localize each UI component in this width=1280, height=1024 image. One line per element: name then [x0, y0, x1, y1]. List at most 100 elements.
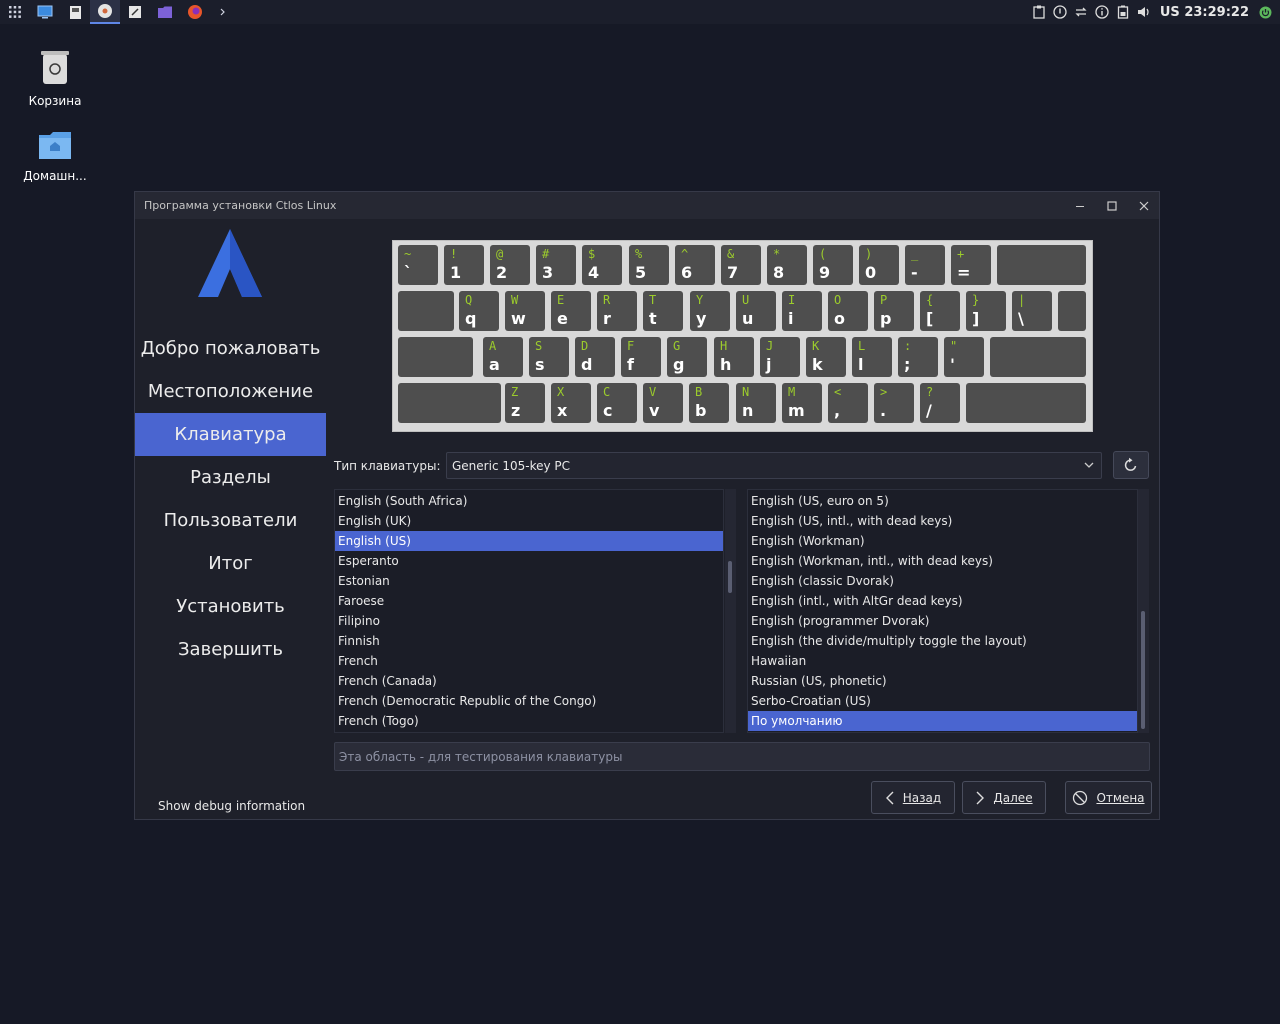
key-label: \ [1018, 309, 1024, 328]
key-1-12: | \ [1012, 291, 1052, 331]
window-title: Программа установки Ctlos Linux [144, 199, 337, 212]
list-item[interactable]: English (US, intl., with dead keys) [748, 511, 1137, 531]
list-item[interactable]: English (South Africa) [335, 491, 723, 511]
keyboard-model-select[interactable]: Generic 105-key PC [446, 452, 1102, 479]
list-item[interactable]: Estonian [335, 571, 723, 591]
file-manager-icon[interactable] [60, 0, 90, 24]
key-1-6: Uu [736, 291, 776, 331]
list-item[interactable]: English (US) [335, 531, 723, 551]
desktop-icon[interactable] [30, 0, 60, 24]
window-titlebar[interactable]: Программа установки Ctlos Linux [135, 192, 1159, 219]
back-button[interactable]: Назад [871, 781, 955, 814]
list-item[interactable]: English (programmer Dvorak) [748, 611, 1137, 631]
list-item[interactable]: English (Workman) [748, 531, 1137, 551]
key-shift-label: C [603, 385, 611, 399]
list-item[interactable]: French (Canada) [335, 671, 723, 691]
key-shift-label: U [742, 293, 750, 307]
list-item[interactable]: Hawaiian [748, 651, 1137, 671]
desktop-trash[interactable]: Корзина [5, 48, 105, 108]
key-3-2: Cc [597, 383, 637, 423]
top-panel: US 23:29:22 [0, 0, 1280, 24]
list-item[interactable]: Serbo-Croatian (US) [748, 691, 1137, 711]
home-folder-icon [39, 132, 71, 159]
list-item[interactable]: French (Togo) [335, 711, 723, 731]
layout-list[interactable]: English (South Africa) English (UK) Englis… [334, 489, 724, 733]
list-item[interactable]: Esperanto [335, 551, 723, 571]
apps-grid-icon[interactable] [0, 0, 30, 24]
list-item[interactable]: French [335, 651, 723, 671]
key-1-0: Qq [459, 291, 499, 331]
key-shift-label: F [627, 339, 635, 353]
folder-icon[interactable] [150, 0, 180, 24]
installer-window: Программа установки Ctlos Linux Добро по… [134, 191, 1160, 820]
key-shift-label: Q [465, 293, 473, 307]
list-item[interactable]: По умолчанию [748, 711, 1137, 731]
key-label: g [673, 355, 685, 374]
key-label: n [742, 401, 754, 420]
key-label: 1 [450, 263, 462, 282]
close-button[interactable] [1128, 192, 1160, 219]
back-label: Назад [902, 790, 942, 805]
key-shift-label: } [972, 293, 980, 307]
list-item[interactable]: Russian (US, phonetic) [748, 671, 1137, 691]
layout-list-scroll-thumb[interactable] [728, 561, 732, 593]
list-item[interactable]: English (intl., with AltGr dead keys) [748, 591, 1137, 611]
minimize-button[interactable] [1064, 192, 1096, 219]
key-blank [398, 291, 454, 331]
key-shift-label: % [635, 247, 643, 261]
show-debug-button[interactable]: Show debug information [158, 799, 305, 813]
key-shift-label: O [834, 293, 842, 307]
list-item[interactable]: English (UK) [335, 511, 723, 531]
layout-indicator[interactable]: US [1160, 5, 1180, 20]
key-1-9: Pp [874, 291, 914, 331]
next-button[interactable]: Далее [962, 781, 1046, 814]
key-0-3: #3 [536, 245, 576, 285]
variant-list-scroll-thumb[interactable] [1141, 611, 1145, 729]
key-3-5: Nn [736, 383, 776, 423]
update-icon[interactable] [1051, 3, 1069, 21]
installer-icon[interactable] [90, 0, 120, 24]
text-editor-icon[interactable] [120, 0, 150, 24]
battery-icon[interactable] [1114, 3, 1132, 21]
keyboard-test-field[interactable]: Эта область - для тестирования клавиатур… [334, 742, 1150, 771]
layout-list-scrollbar[interactable] [725, 489, 736, 733]
key-label: 2 [496, 263, 508, 282]
list-item[interactable]: Faroese [335, 591, 723, 611]
key-1-3: Rr [597, 291, 637, 331]
variant-list[interactable]: English (US, euro on 5) English (US, intl… [747, 489, 1138, 733]
list-item[interactable]: English (Workman, intl., with dead keys) [748, 551, 1137, 571]
terminal-icon[interactable] [210, 0, 240, 24]
key-label: l [858, 355, 864, 374]
cancel-button[interactable]: Отмена [1065, 781, 1152, 814]
variant-list-scrollbar[interactable] [1138, 489, 1149, 733]
key-3-0: Zz [505, 383, 545, 423]
maximize-button[interactable] [1096, 192, 1128, 219]
keyboard-preview: ~ `! 1 @2 #3 $4% 5 ^ 6 & 7 * 8(9) 0 _ - + = Qq Ww Ee Rr Tt Yy Uu… [392, 240, 1093, 432]
list-item[interactable]: Finnish [335, 631, 723, 651]
volume-icon[interactable] [1135, 3, 1153, 21]
key-label: ] [972, 309, 980, 328]
list-item[interactable]: English (the divide/multiply toggle the … [748, 631, 1137, 651]
nav-install: Установить [135, 585, 326, 628]
clipboard-icon[interactable] [1030, 3, 1048, 21]
nav-install-label: Установить [176, 596, 285, 617]
key-0-8: * 8 [767, 245, 807, 285]
network-icon[interactable] [1072, 3, 1090, 21]
ctlos-logo [198, 229, 262, 297]
home-label: Домашн... [23, 169, 87, 183]
list-item[interactable]: Filipino [335, 611, 723, 631]
clock[interactable]: US 23:29:22 [1160, 5, 1249, 20]
list-item[interactable]: French (Democratic Republic of the Congo… [335, 691, 723, 711]
reset-model-button[interactable] [1113, 451, 1149, 479]
power-icon[interactable] [1256, 3, 1274, 21]
list-item[interactable]: English (classic Dvorak) [748, 571, 1137, 591]
key-0-0: ~ ` [398, 245, 438, 285]
firefox-icon[interactable] [180, 0, 210, 24]
desktop-home[interactable]: Домашн... [5, 129, 105, 183]
key-shift-label: < [834, 385, 842, 399]
key-3-4: Bb [689, 383, 729, 423]
key-2-2: Dd [575, 337, 615, 377]
info-icon[interactable] [1093, 3, 1111, 21]
key-3-3: Vv [643, 383, 683, 423]
list-item[interactable]: English (US, euro on 5) [748, 491, 1137, 511]
